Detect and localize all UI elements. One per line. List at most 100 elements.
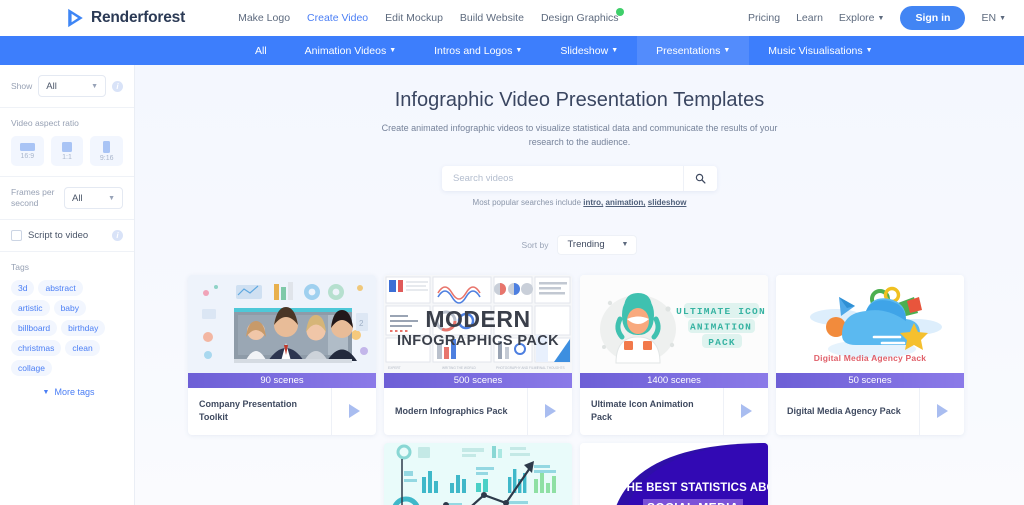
category-tab-music-visualisations[interactable]: Music Visualisations▼ — [749, 36, 891, 65]
script-to-video-info-icon[interactable]: i — [112, 230, 123, 241]
play-button[interactable] — [919, 388, 964, 435]
thumbnail-art-ultimate-icon: ULTIMATE ICON ANIMATION PACK — [580, 275, 768, 373]
chevron-down-icon: ▼ — [723, 47, 730, 54]
chevron-down-icon: ▼ — [878, 15, 885, 22]
template-title: Ultimate Icon Animation Pack — [580, 388, 723, 435]
tag-list: 3d abstract artistic baby billboard birt… — [11, 280, 123, 376]
more-tags-label: More tags — [54, 387, 94, 397]
category-tab-all[interactable]: All — [236, 36, 286, 65]
fps-label: Frames per second — [11, 187, 59, 208]
aspect-ratio-1-1-button[interactable]: 1:1 — [51, 136, 84, 166]
tag-item[interactable]: birthday — [61, 320, 105, 336]
filter-aspect-ratio-section: Video aspect ratio 16:9 1:1 9:16 — [0, 108, 134, 177]
nav-design-graphics[interactable]: Design Graphics — [541, 12, 619, 24]
tag-item[interactable]: baby — [54, 300, 86, 316]
chevron-down-icon: ▼ — [91, 83, 98, 90]
chevron-down-icon: ▼ — [866, 47, 873, 54]
svg-text:Digital Media Agency Pack: Digital Media Agency Pack — [814, 353, 926, 363]
play-icon — [545, 404, 556, 418]
template-card[interactable]: EXPERTWRITING THE WORLD PHOTOGRAPHY AND … — [384, 275, 572, 435]
svg-text:WRITING THE WORLD: WRITING THE WORLD — [442, 366, 476, 370]
svg-text:EXPERT: EXPERT — [388, 366, 401, 370]
show-select[interactable]: All ▼ — [38, 75, 106, 97]
filter-show-section: Show All ▼ i — [0, 65, 134, 108]
sort-select-value: Trending — [567, 239, 604, 250]
renderforest-logo-icon — [66, 8, 85, 28]
sort-row: Sort by Trending ▼ — [135, 235, 1024, 255]
nav-pricing[interactable]: Pricing — [748, 12, 780, 24]
fps-select-value: All — [72, 193, 83, 204]
language-selector[interactable]: EN▼ — [981, 12, 1006, 24]
fps-select[interactable]: All ▼ — [64, 187, 123, 209]
play-icon — [937, 404, 948, 418]
template-thumbnail: Digital Media Agency Pack — [776, 275, 964, 373]
popular-term-animation[interactable]: animation, — [606, 198, 646, 207]
filter-sidebar: Show All ▼ i Video aspect ratio 16:9 — [0, 65, 135, 505]
tag-item[interactable]: artistic — [11, 300, 50, 316]
nav-build-website[interactable]: Build Website — [460, 12, 524, 24]
tag-item[interactable]: 3d — [11, 280, 34, 296]
sort-select[interactable]: Trending ▼ — [557, 235, 637, 255]
aspect-ratio-title: Video aspect ratio — [11, 118, 123, 128]
page-subtitle: Create animated infographic videos to vi… — [370, 122, 790, 150]
svg-text:FINAL THOUGHTS: FINAL THOUGHTS — [537, 366, 565, 370]
script-to-video-checkbox[interactable] — [11, 230, 22, 241]
chevron-down-icon: ▼ — [389, 47, 396, 54]
popular-term-intro[interactable]: intro, — [583, 198, 603, 207]
tag-item[interactable]: christmas — [11, 340, 61, 356]
play-icon — [349, 404, 360, 418]
nav-make-logo[interactable]: Make Logo — [238, 12, 290, 24]
category-tab-intros-and-logos[interactable]: Intros and Logos▼ — [415, 36, 541, 65]
template-card[interactable]: SEE THE BEST STATISTICS ABOUT SOCIAL MED… — [580, 443, 768, 505]
tag-item[interactable]: abstract — [38, 280, 82, 296]
search-button[interactable] — [683, 166, 717, 191]
template-thumbnail: SEE THE BEST STATISTICS ABOUT SOCIAL MED… — [580, 443, 768, 505]
nav-learn[interactable]: Learn — [796, 12, 823, 24]
template-card[interactable]: Yes — [384, 443, 572, 505]
thumb-headline: MODERN — [425, 306, 530, 332]
thumbnail-art-digital-media: Digital Media Agency Pack — [776, 275, 964, 373]
svg-text:2: 2 — [359, 319, 364, 328]
main-content: Infographic Video Presentation Templates… — [135, 65, 1024, 505]
svg-text:ULTIMATE ICON: ULTIMATE ICON — [676, 306, 766, 317]
category-tab-label: Intros and Logos — [434, 45, 512, 57]
template-title: Modern Infographics Pack — [384, 388, 527, 435]
rectangle-portrait-icon — [103, 141, 110, 153]
category-tab-animation-videos[interactable]: Animation Videos▼ — [286, 36, 415, 65]
nav-create-video[interactable]: Create Video — [307, 12, 368, 24]
svg-text:SOCIAL MEDIA: SOCIAL MEDIA — [647, 500, 739, 505]
nav-edit-mockup[interactable]: Edit Mockup — [385, 12, 443, 24]
tag-item[interactable]: clean — [65, 340, 99, 356]
chevron-down-icon: ▼ — [611, 47, 618, 54]
play-button[interactable] — [331, 388, 376, 435]
search-input[interactable] — [442, 166, 683, 191]
template-card[interactable]: 2 90 scenes Company Presentation Toolkit — [188, 275, 376, 435]
popular-term-slideshow[interactable]: slideshow — [648, 198, 687, 207]
template-card[interactable]: ULTIMATE ICON ANIMATION PACK 1400 scenes… — [580, 275, 768, 435]
template-card[interactable]: Digital Media Agency Pack 50 scenes Digi… — [776, 275, 964, 435]
body: Show All ▼ i Video aspect ratio 16:9 — [0, 65, 1024, 505]
top-header: Renderforest Make Logo Create Video Edit… — [0, 0, 1024, 36]
category-tab-label: All — [255, 45, 267, 57]
card-footer: Ultimate Icon Animation Pack — [580, 388, 768, 435]
aspect-ratio-16-9-button[interactable]: 16:9 — [11, 136, 44, 166]
nav-explore[interactable]: Explore▼ — [839, 12, 885, 24]
logo[interactable]: Renderforest — [66, 8, 185, 28]
new-badge-dot-icon — [616, 8, 624, 16]
category-tab-slideshow[interactable]: Slideshow▼ — [541, 36, 637, 65]
tag-item[interactable]: collage — [11, 360, 52, 376]
more-tags-button[interactable]: ▼ More tags — [11, 387, 123, 397]
show-info-icon[interactable]: i — [112, 81, 123, 92]
aspect-ratio-9-16-button[interactable]: 9:16 — [90, 136, 123, 166]
sign-in-button[interactable]: Sign in — [900, 6, 965, 30]
secondary-nav: Pricing Learn Explore▼ Sign in EN▼ — [748, 6, 1006, 30]
tag-item[interactable]: billboard — [11, 320, 57, 336]
play-button[interactable] — [527, 388, 572, 435]
play-button[interactable] — [723, 388, 768, 435]
category-tab-presentations[interactable]: Presentations▼ — [637, 36, 749, 65]
template-title: Digital Media Agency Pack — [776, 388, 919, 435]
svg-text:SEE THE BEST STATISTICS ABOUT: SEE THE BEST STATISTICS ABOUT — [593, 482, 768, 494]
tags-title: Tags — [11, 262, 123, 272]
page-root: Renderforest Make Logo Create Video Edit… — [0, 0, 1024, 505]
popular-prefix: Most popular searches include — [473, 198, 582, 207]
